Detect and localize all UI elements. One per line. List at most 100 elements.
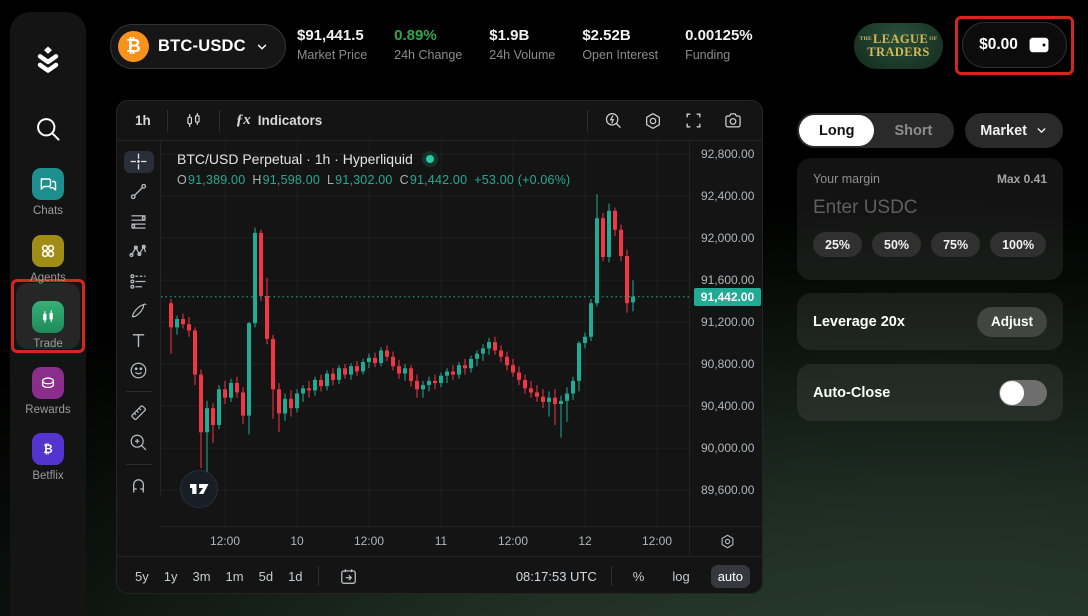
x-axis-label: 12:00 bbox=[354, 534, 384, 548]
sidebar-item-rewards[interactable]: Rewards bbox=[10, 367, 86, 416]
sidebar-item-chats[interactable]: Chats bbox=[10, 168, 86, 217]
margin-max[interactable]: Max 0.41 bbox=[997, 172, 1047, 186]
order-type-dropdown[interactable]: Market bbox=[965, 113, 1063, 148]
y-axis-label: 90,000.00 bbox=[701, 441, 754, 455]
order-type-value: Market bbox=[980, 123, 1027, 139]
chart-toolbar: 1h ƒx Indicators bbox=[117, 101, 762, 141]
crosshair-icon bbox=[128, 151, 149, 172]
chart-settings-button[interactable] bbox=[638, 106, 668, 136]
fullscreen-icon bbox=[684, 111, 703, 130]
tab-short[interactable]: Short bbox=[874, 115, 952, 146]
brush-tool[interactable] bbox=[124, 300, 154, 322]
pattern-tool[interactable] bbox=[124, 240, 154, 262]
league-the: THE bbox=[860, 37, 873, 43]
stat-funding: 0.00125% Funding bbox=[685, 27, 753, 62]
percent-button-25[interactable]: 25% bbox=[813, 232, 862, 257]
y-axis-label: 89,600.00 bbox=[701, 483, 754, 497]
auto-close-card: Auto-Close bbox=[797, 364, 1063, 421]
projection-tool[interactable] bbox=[124, 270, 154, 292]
range-button-5y[interactable]: 5y bbox=[135, 569, 149, 584]
candlestick-chart bbox=[161, 141, 689, 526]
snapshot-button[interactable] bbox=[718, 106, 748, 136]
league-of: OF bbox=[929, 37, 937, 43]
fib-retracement-tool[interactable] bbox=[124, 211, 154, 233]
league-of-traders-badge[interactable]: THE LEAGUE OF TRADERS bbox=[854, 23, 943, 69]
btc-icon: ₿ bbox=[118, 31, 149, 62]
tradingview-watermark[interactable] bbox=[179, 469, 219, 509]
text-tool[interactable] bbox=[124, 330, 154, 352]
emoji-tool[interactable] bbox=[124, 359, 154, 381]
chart-style-button[interactable] bbox=[178, 107, 209, 134]
chart-panel: 1h ƒx Indicators bbox=[116, 100, 763, 594]
current-price-label: 91,442.00 bbox=[694, 288, 761, 306]
magnet-icon bbox=[128, 475, 149, 496]
auto-close-label: Auto-Close bbox=[813, 385, 890, 401]
adjust-leverage-button[interactable]: Adjust bbox=[977, 307, 1047, 337]
text-icon bbox=[128, 330, 149, 351]
chart-plot-area[interactable]: BTC/USD Perpetual · 1h · Hyperliquid O91… bbox=[161, 141, 689, 526]
percent-button-100[interactable]: 100% bbox=[990, 232, 1046, 257]
sidebar-item-label: Betflix bbox=[32, 470, 63, 482]
sidebar-item-agents[interactable]: Agents bbox=[10, 235, 86, 284]
trade-panel: Long Short Market Your margin Max 0.41 2… bbox=[797, 113, 1063, 148]
indicators-button[interactable]: ƒx Indicators bbox=[230, 108, 329, 133]
drawing-tools-column bbox=[117, 141, 161, 496]
range-button-1m[interactable]: 1m bbox=[226, 569, 244, 584]
stat-open-interest: $2.52B Open Interest bbox=[582, 27, 658, 62]
range-button-1y[interactable]: 1y bbox=[164, 569, 178, 584]
tools-divider bbox=[126, 464, 152, 465]
auto-close-toggle[interactable] bbox=[999, 380, 1047, 406]
sidebar-search-button[interactable] bbox=[10, 115, 86, 143]
ruler-icon bbox=[128, 402, 149, 423]
live-status-icon bbox=[422, 151, 438, 167]
sidebar-item-trade[interactable]: Trade bbox=[10, 301, 86, 350]
app-logo[interactable] bbox=[10, 44, 86, 76]
percent-scale-button[interactable]: % bbox=[626, 565, 652, 588]
tab-long[interactable]: Long bbox=[799, 115, 874, 146]
measure-tool[interactable] bbox=[124, 402, 154, 424]
range-button-5d[interactable]: 5d bbox=[259, 569, 273, 584]
clock-utc[interactable]: 08:17:53 UTC bbox=[516, 569, 597, 584]
y-axis-label: 92,000.00 bbox=[701, 231, 754, 245]
pair-name: BTC-USDC bbox=[158, 37, 246, 56]
ohlc-values: O91,389.00H91,598.00L91,302.00C91,442.00… bbox=[177, 173, 570, 187]
stat-label: Market Price bbox=[297, 48, 367, 62]
auto-scale-button[interactable]: auto bbox=[711, 565, 750, 588]
stat-market-price: $91,441.5 Market Price bbox=[297, 27, 367, 62]
y-axis-label: 91,200.00 bbox=[701, 315, 754, 329]
pair-selector-button[interactable]: ₿ BTC-USDC bbox=[110, 24, 286, 69]
sidebar-item-betflix[interactable]: ₿ Betflix bbox=[10, 433, 86, 482]
tools-divider bbox=[126, 391, 152, 392]
range-button-3m[interactable]: 3m bbox=[192, 569, 210, 584]
time-axis[interactable]: 12:001012:001112:001212:00 bbox=[161, 526, 689, 556]
log-scale-button[interactable]: log bbox=[665, 565, 696, 588]
percent-button-50[interactable]: 50% bbox=[872, 232, 921, 257]
quick-search-button[interactable] bbox=[598, 106, 628, 136]
stat-value: $91,441.5 bbox=[297, 27, 367, 44]
wallet-balance-button[interactable]: $0.00 bbox=[962, 22, 1067, 68]
y-axis-label: 91,600.00 bbox=[701, 273, 754, 287]
brush-icon bbox=[128, 300, 149, 321]
stat-label: 24h Volume bbox=[489, 48, 555, 62]
fullscreen-button[interactable] bbox=[678, 106, 708, 136]
stacked-layers-logo-icon bbox=[33, 44, 63, 76]
league-line2: TRADERS bbox=[867, 46, 930, 59]
range-button-1d[interactable]: 1d bbox=[288, 569, 302, 584]
y-axis-label: 90,400.00 bbox=[701, 399, 754, 413]
candlestick-trade-icon bbox=[38, 307, 58, 327]
interval-button[interactable]: 1h bbox=[129, 109, 157, 132]
chevron-down-icon bbox=[1035, 124, 1048, 137]
go-to-date-button[interactable] bbox=[334, 561, 364, 591]
chart-body: BTC/USD Perpetual · 1h · Hyperliquid O91… bbox=[117, 141, 762, 496]
zoom-in-tool[interactable] bbox=[124, 432, 154, 454]
percent-button-75[interactable]: 75% bbox=[931, 232, 980, 257]
price-axis[interactable]: 91,442.00 92,800.0092,400.0092,000.0091,… bbox=[689, 141, 763, 526]
search-icon bbox=[34, 115, 62, 143]
toolbar-divider bbox=[318, 566, 319, 586]
magnet-tool[interactable] bbox=[124, 474, 154, 496]
trendline-tool[interactable] bbox=[124, 181, 154, 203]
stat-value: $1.9B bbox=[489, 27, 555, 44]
crosshair-tool[interactable] bbox=[124, 151, 154, 173]
margin-amount-input[interactable] bbox=[813, 197, 1047, 219]
axis-settings-button[interactable] bbox=[689, 526, 763, 556]
